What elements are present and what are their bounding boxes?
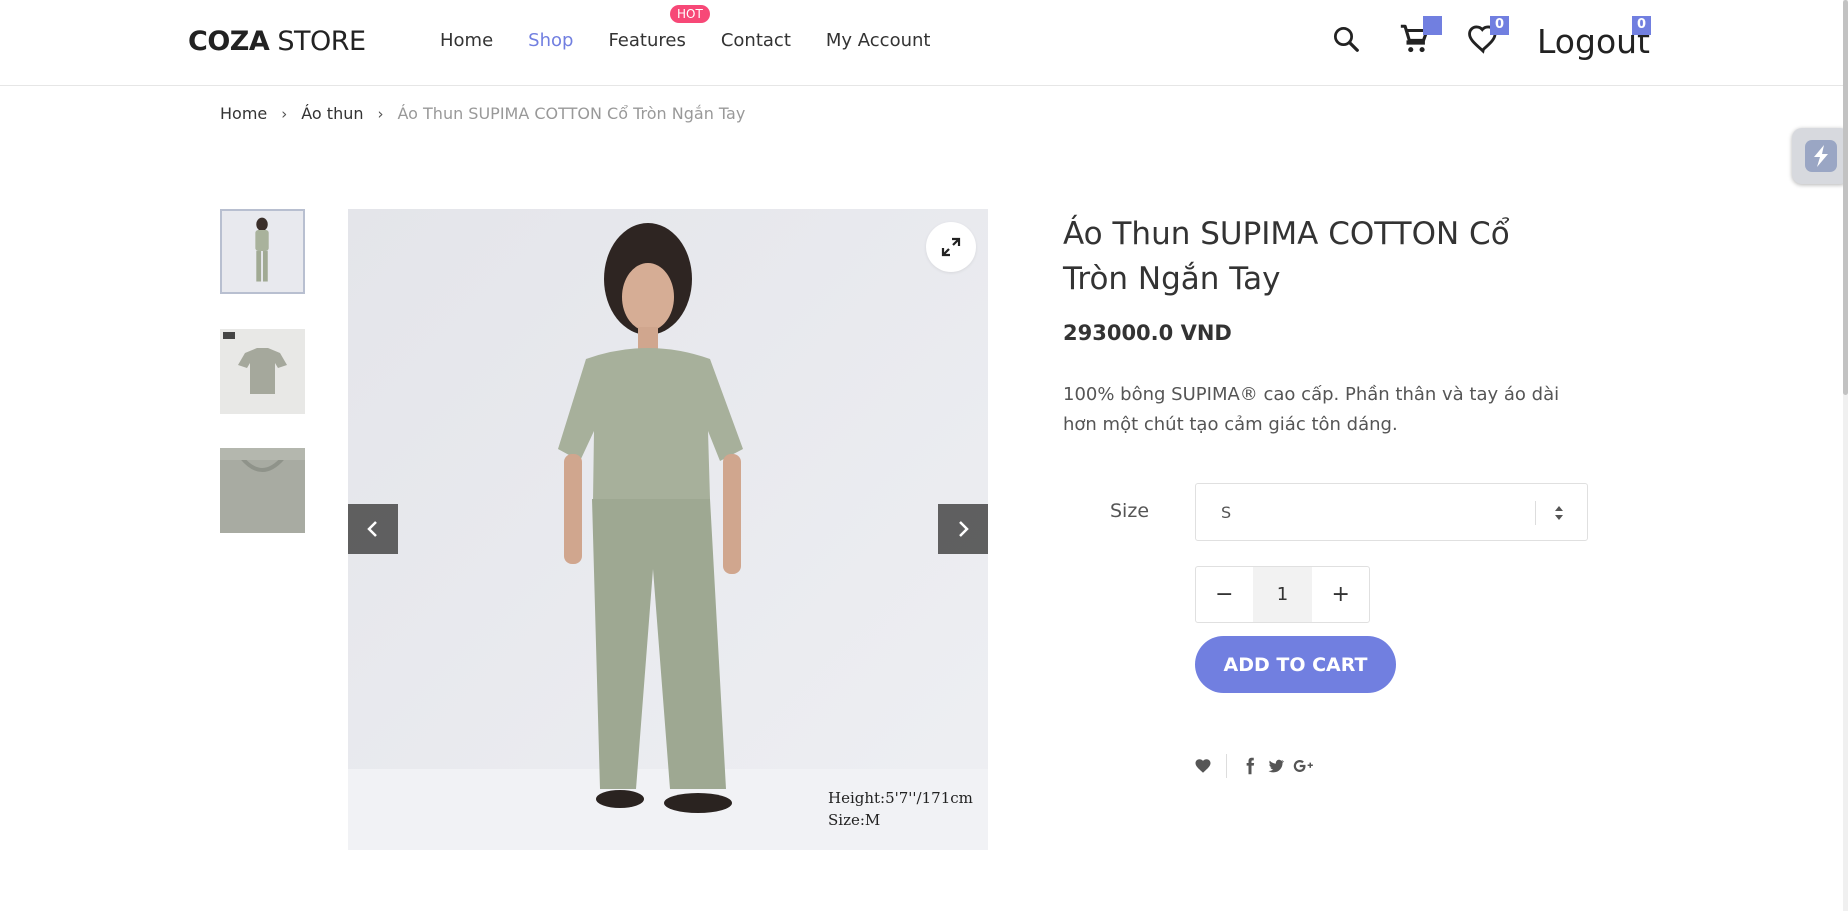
chevron-right-icon: [959, 521, 969, 537]
logout-count-badge: 0: [1632, 16, 1651, 35]
google-plus-icon[interactable]: [1289, 753, 1321, 779]
social-actions: [1190, 753, 1321, 779]
expand-icon: [941, 237, 961, 257]
header: COZA STORE Home Shop Features Contact My…: [0, 0, 1848, 86]
nav-features[interactable]: Features: [608, 30, 685, 51]
thumbnail-2[interactable]: [220, 329, 305, 414]
chevron-right-icon: ›: [281, 104, 288, 123]
quantity-decrease-button[interactable]: −: [1196, 567, 1253, 622]
twitter-icon[interactable]: [1263, 753, 1289, 779]
caption-height: Height:5'7''/171cm: [828, 789, 973, 807]
product-description: 100% bông SUPIMA® cao cấp. Phần thân và …: [1063, 384, 1560, 435]
select-divider: [1535, 501, 1536, 525]
select-caret-icon: [1555, 506, 1563, 520]
next-image-button[interactable]: [938, 504, 988, 554]
wishlist-count-badge: 0: [1490, 16, 1509, 35]
facebook-icon[interactable]: [1237, 753, 1263, 779]
size-select-value: S: [1221, 503, 1232, 522]
thumbnail-3[interactable]: [220, 448, 305, 533]
breadcrumb: Home › Áo thun › Áo Thun SUPIMA COTTON C…: [220, 104, 745, 123]
hot-badge: HOT: [670, 5, 710, 23]
search-icon[interactable]: [1331, 24, 1361, 54]
expand-image-button[interactable]: [926, 222, 976, 272]
size-label: Size: [1110, 500, 1150, 522]
caption-size: Size:M: [828, 811, 881, 829]
scrollbar-thumb[interactable]: [1843, 0, 1848, 395]
quantity-input[interactable]: 1: [1252, 567, 1313, 622]
image-caption: Height:5'7''/171cm Size:M: [828, 787, 973, 831]
main-nav: Home Shop Features Contact My Account: [440, 30, 930, 51]
nav-contact[interactable]: Contact: [721, 30, 791, 51]
add-to-wishlist-icon[interactable]: [1190, 753, 1216, 779]
quantity-stepper: − 1 +: [1195, 566, 1370, 623]
nav-my-account[interactable]: My Account: [826, 30, 931, 51]
quantity-increase-button[interactable]: +: [1312, 567, 1369, 622]
nav-shop[interactable]: Shop: [528, 30, 573, 51]
size-select[interactable]: S: [1195, 483, 1588, 541]
prev-image-button[interactable]: [348, 504, 398, 554]
product-title: Áo Thun SUPIMA COTTON Cổ Tròn Ngắn Tay: [1063, 216, 1510, 297]
chevron-left-icon: [367, 521, 377, 537]
chevron-right-icon: ›: [377, 104, 384, 123]
cart-count-badge: [1423, 16, 1442, 35]
product-main-image: Height:5'7''/171cm Size:M: [348, 209, 988, 850]
logo[interactable]: COZA STORE: [188, 26, 366, 57]
floating-tool-button[interactable]: [1792, 128, 1848, 184]
thumbnail-1[interactable]: [220, 209, 305, 294]
product-photo: [348, 209, 988, 850]
lightning-icon: [1805, 140, 1837, 172]
breadcrumb-current: Áo Thun SUPIMA COTTON Cổ Tròn Ngắn Tay: [397, 104, 746, 123]
add-to-cart-button[interactable]: ADD TO CART: [1195, 636, 1396, 693]
page-scrollbar[interactable]: [1843, 0, 1848, 911]
nav-home[interactable]: Home: [440, 30, 493, 51]
breadcrumb-category[interactable]: Áo thun: [301, 104, 363, 123]
social-divider: [1226, 754, 1227, 778]
product-price: 293000.0 VND: [1063, 321, 1232, 345]
breadcrumb-home[interactable]: Home: [220, 104, 267, 123]
